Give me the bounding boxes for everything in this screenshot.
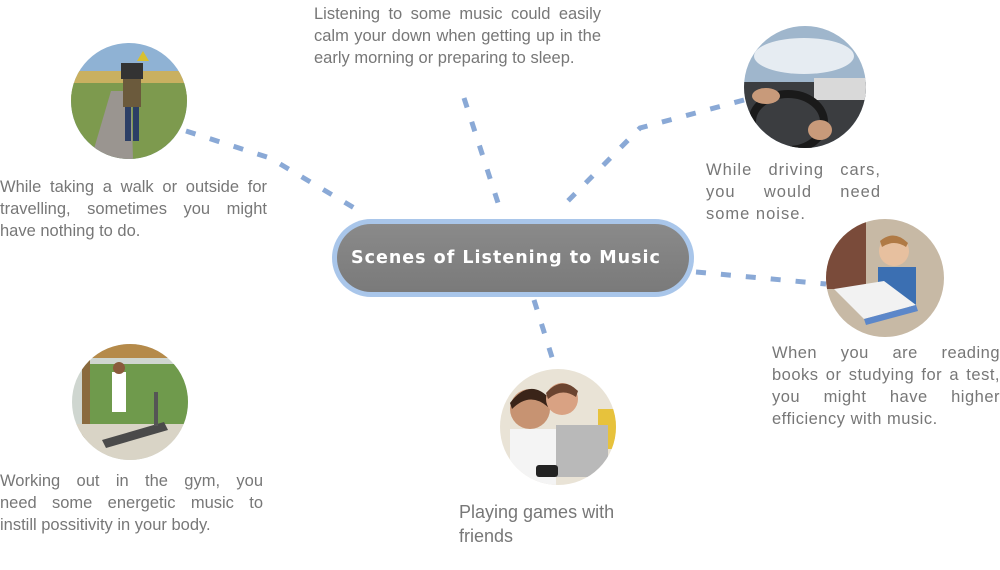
driving-photo xyxy=(744,26,866,148)
caption-calm: Listening to some music could easily cal… xyxy=(314,3,601,69)
mind-map: Scenes of Listening to Music Listening t… xyxy=(0,0,1000,570)
caption-games: Playing games with friends xyxy=(459,500,659,548)
caption-driving-line-1: While driving cars, xyxy=(706,161,881,179)
central-topic: Scenes of Listening to Music xyxy=(332,219,694,297)
gaming-photo xyxy=(500,369,616,485)
gym-photo xyxy=(72,344,188,460)
caption-driving-line-2: you would need xyxy=(706,183,881,201)
caption-driving: While driving cars, you would need some … xyxy=(706,159,881,225)
caption-games-line-2: friends xyxy=(459,526,514,546)
caption-gym-line-2: need some energetic music to xyxy=(0,494,263,512)
connector-games xyxy=(531,299,559,371)
caption-reading: When you are reading books or studying f… xyxy=(772,342,1000,430)
connector-calm xyxy=(461,97,503,210)
caption-walking: While taking a walk or outside for trave… xyxy=(0,176,267,242)
central-topic-label: Scenes of Listening to Music xyxy=(337,224,689,292)
caption-walking-line-2: travelling, sometimes you might xyxy=(0,200,267,218)
caption-walking-line-3: have nothing to do. xyxy=(0,222,141,240)
connector-reading xyxy=(695,269,827,287)
caption-games-line-1: Playing games with xyxy=(459,502,615,522)
caption-driving-line-3: some noise. xyxy=(706,205,806,223)
caption-gym: Working out in the gym, you need some en… xyxy=(0,470,263,536)
walking-photo xyxy=(71,43,187,159)
caption-gym-line-3: instill possitivity in your body. xyxy=(0,516,211,534)
caption-gym-line-1: Working out in the gym, you xyxy=(0,472,263,490)
caption-reading-line-1: When you are reading xyxy=(772,344,1000,362)
caption-reading-line-4: efficiency with music. xyxy=(772,410,938,428)
caption-walking-line-1: While taking a walk or outside for xyxy=(0,178,267,196)
caption-reading-line-3: you might have higher xyxy=(772,388,1000,406)
reading-photo xyxy=(826,219,944,337)
caption-calm-text: Listening to some music could easily cal… xyxy=(314,5,601,67)
caption-reading-line-2: books or studying for a test, xyxy=(772,366,1000,384)
